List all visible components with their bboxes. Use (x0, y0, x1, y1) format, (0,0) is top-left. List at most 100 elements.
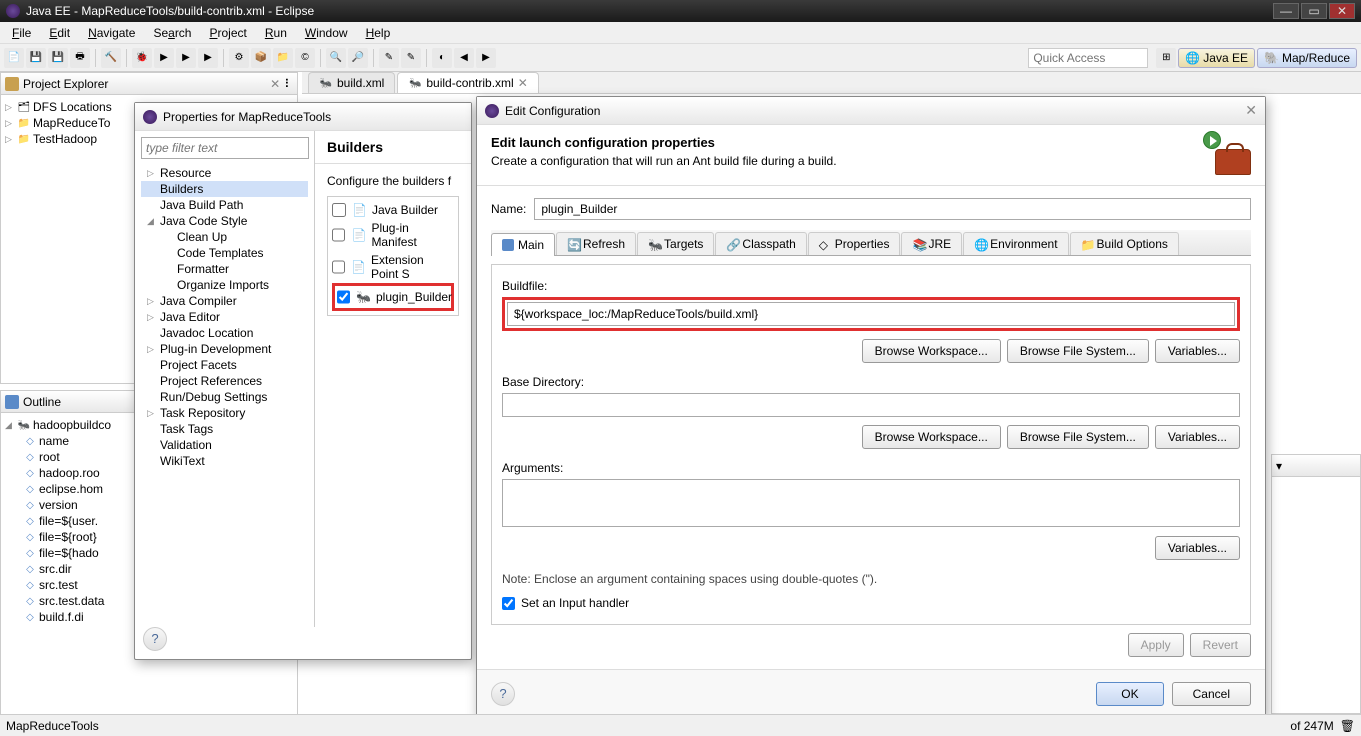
tab-jre[interactable]: 📚JRE (901, 232, 962, 255)
nav-task-repo[interactable]: ▷Task Repository (141, 405, 308, 421)
builder-checkbox[interactable] (332, 203, 346, 217)
menu-project[interactable]: Project (201, 24, 254, 42)
view-close-button[interactable]: ✕ (270, 77, 280, 91)
new-project-button[interactable]: 📦 (251, 48, 271, 68)
menu-navigate[interactable]: Navigate (80, 24, 143, 42)
variables-button[interactable]: Variables... (1155, 339, 1240, 363)
ok-button[interactable]: OK (1096, 682, 1163, 706)
dialog-close-button[interactable]: ✕ (1245, 102, 1257, 119)
nav-run-debug[interactable]: Run/Debug Settings (141, 389, 308, 405)
print-button[interactable]: 🖶 (70, 48, 90, 68)
task-toolbar-button[interactable]: ▾ (1276, 459, 1282, 473)
tab-classpath[interactable]: 🔗Classpath (715, 232, 806, 255)
editor-tab-build[interactable]: 🐜build.xml (308, 72, 395, 93)
run-last-button[interactable]: ▶ (176, 48, 196, 68)
highlight-button[interactable]: ✎ (401, 48, 421, 68)
basedir-input[interactable] (502, 393, 1240, 417)
revert-button[interactable]: Revert (1190, 633, 1251, 657)
nav-wikitext[interactable]: WikiText (141, 453, 308, 469)
browse-filesystem-button[interactable]: Browse File System... (1007, 425, 1149, 449)
nav-clean-up[interactable]: Clean Up (141, 229, 308, 245)
menu-search[interactable]: Search (145, 24, 199, 42)
variables-button[interactable]: Variables... (1155, 425, 1240, 449)
build-button[interactable]: 🔨 (101, 48, 121, 68)
nav-refs[interactable]: Project References (141, 373, 308, 389)
new-server-button[interactable]: ⚙ (229, 48, 249, 68)
tab-refresh[interactable]: 🔄Refresh (556, 232, 636, 255)
open-perspective-button[interactable]: ⊞ (1156, 48, 1176, 68)
minimize-button[interactable]: — (1273, 3, 1299, 19)
tab-properties[interactable]: ◇Properties (808, 232, 901, 255)
tab-environment[interactable]: 🌐Environment (963, 232, 1068, 255)
nav-facets[interactable]: Project Facets (141, 357, 308, 373)
search-button[interactable]: 🔎 (348, 48, 368, 68)
new-package-button[interactable]: 📁 (273, 48, 293, 68)
nav-java-code-style[interactable]: ◢Java Code Style (141, 213, 308, 229)
perspective-java-ee[interactable]: 🌐 Java EE (1178, 48, 1255, 68)
builder-plugin[interactable]: 🐜plugin_Builder (337, 288, 449, 306)
quick-access-input[interactable] (1028, 48, 1148, 68)
highlight-plugin-builder: 🐜plugin_Builder (332, 283, 454, 311)
nav-resource[interactable]: ▷Resource (141, 165, 308, 181)
browse-filesystem-button[interactable]: Browse File System... (1007, 339, 1149, 363)
variables-button[interactable]: Variables... (1155, 536, 1240, 560)
save-button[interactable]: 💾 (26, 48, 46, 68)
menu-help[interactable]: Help (358, 24, 399, 42)
nav-task-tags[interactable]: Task Tags (141, 421, 308, 437)
nav-javadoc[interactable]: Javadoc Location (141, 325, 308, 341)
help-button[interactable]: ? (143, 627, 167, 651)
builder-checkbox[interactable] (332, 228, 345, 242)
builder-manifest[interactable]: 📄Plug-in Manifest (332, 219, 454, 251)
arguments-input[interactable] (502, 479, 1240, 527)
nav-organize-imports[interactable]: Organize Imports (141, 277, 308, 293)
menu-run[interactable]: Run (257, 24, 295, 42)
menu-edit[interactable]: Edit (41, 24, 78, 42)
new-class-button[interactable]: © (295, 48, 315, 68)
toggle-button[interactable]: ◐ (432, 48, 452, 68)
debug-button[interactable]: 🐞 (132, 48, 152, 68)
nav-plugin-dev[interactable]: ▷Plug-in Development (141, 341, 308, 357)
tab-build-options[interactable]: 📁Build Options (1070, 232, 1179, 255)
tab-close-button[interactable]: ✕ (518, 76, 528, 90)
nav-validation[interactable]: Validation (141, 437, 308, 453)
run-button[interactable]: ▶ (154, 48, 174, 68)
buildfile-input[interactable] (507, 302, 1235, 326)
nav-java-build-path[interactable]: Java Build Path (141, 197, 308, 213)
builder-java[interactable]: 📄Java Builder (332, 201, 454, 219)
new-button[interactable]: 📄 (4, 48, 24, 68)
nav-back-button[interactable]: ◀ (454, 48, 474, 68)
builder-checkbox[interactable] (337, 290, 350, 304)
menu-window[interactable]: Window (297, 24, 356, 42)
cancel-button[interactable]: Cancel (1172, 682, 1251, 706)
name-label: Name: (491, 202, 526, 216)
help-button[interactable]: ? (491, 682, 515, 706)
nav-fwd-button[interactable]: ▶ (476, 48, 496, 68)
builder-checkbox[interactable] (332, 260, 345, 274)
editor-tab-build-contrib[interactable]: 🐜build-contrib.xml✕ (397, 72, 538, 93)
save-all-button[interactable]: 💾 (48, 48, 68, 68)
name-input[interactable] (534, 198, 1251, 220)
open-type-button[interactable]: 🔍 (326, 48, 346, 68)
close-button[interactable]: ✕ (1329, 3, 1355, 19)
annotate-button[interactable]: ✎ (379, 48, 399, 68)
tab-main[interactable]: Main (491, 233, 555, 256)
nav-formatter[interactable]: Formatter (141, 261, 308, 277)
tab-targets[interactable]: 🐜Targets (637, 232, 714, 255)
view-menu-button[interactable]: ⠇ (284, 77, 293, 91)
tab-label: Targets (664, 237, 703, 251)
ext-tools-button[interactable]: ▶ (198, 48, 218, 68)
filter-input[interactable] (141, 137, 309, 159)
nav-java-editor[interactable]: ▷Java Editor (141, 309, 308, 325)
apply-button[interactable]: Apply (1128, 633, 1184, 657)
menu-file[interactable]: File (4, 24, 39, 42)
gc-button[interactable]: 🗑 (1340, 719, 1355, 733)
builder-extension[interactable]: 📄Extension Point S (332, 251, 454, 283)
nav-java-compiler[interactable]: ▷Java Compiler (141, 293, 308, 309)
input-handler-checkbox[interactable] (502, 597, 515, 610)
nav-code-templates[interactable]: Code Templates (141, 245, 308, 261)
browse-workspace-button[interactable]: Browse Workspace... (862, 339, 1001, 363)
nav-builders[interactable]: Builders (141, 181, 308, 197)
perspective-mapreduce[interactable]: 🐘 Map/Reduce (1257, 48, 1357, 68)
maximize-button[interactable]: ▭ (1301, 3, 1327, 19)
browse-workspace-button[interactable]: Browse Workspace... (862, 425, 1001, 449)
